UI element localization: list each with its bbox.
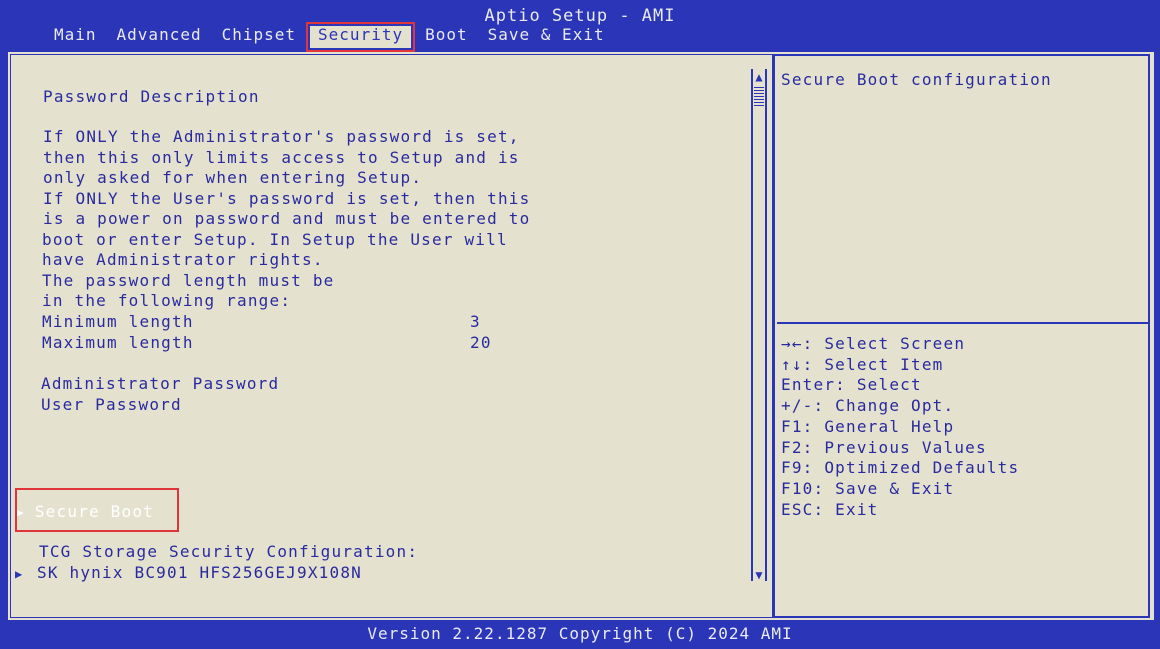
key-hint: +/-: Change Opt. — [781, 396, 955, 416]
help-pane: Secure Boot configuration →←: Select Scr… — [773, 54, 1150, 618]
max-length-label: Maximum length — [42, 333, 194, 352]
description-line: If ONLY the Administrator's password is … — [43, 127, 520, 146]
key-hint: F10: Save & Exit — [781, 478, 955, 498]
tcg-storage-label: TCG Storage Security Configuration: — [39, 542, 419, 561]
user-password-item[interactable]: User Password — [41, 395, 182, 416]
key-hint: →←: Select Screen — [781, 334, 966, 353]
secure-boot-item[interactable]: ▶ Secure Boot — [17, 502, 154, 521]
description-line: have Administrator rights. — [42, 250, 324, 269]
key-legend: →←: Select Screen ↑↓: Select Item Enter: S… — [781, 334, 1019, 520]
tab-security[interactable]: Security — [306, 22, 416, 52]
key-hint: Enter: Select — [781, 375, 922, 395]
description-line: If ONLY the User's password is set, then… — [43, 188, 531, 208]
submenu-arrow-icon: ▶ — [17, 506, 25, 519]
help-text: Secure Boot configuration — [781, 70, 1052, 89]
window-title: Aptio Setup - AMI — [484, 6, 676, 26]
main-panel: Password Description If ONLY the Adminis… — [8, 52, 1154, 620]
scrollbar[interactable] — [751, 69, 767, 581]
bios-screen: Aptio Setup - AMI Main Advanced Chipset … — [0, 0, 1160, 649]
tab-chipset[interactable]: Chipset — [222, 26, 296, 48]
description-line: boot or enter Setup. In Setup the User w… — [42, 229, 508, 249]
scroll-down-icon[interactable]: ▼ — [753, 569, 765, 581]
description-line: only asked for when entering Setup. — [43, 168, 423, 187]
key-hint: ESC: Exit — [781, 499, 879, 519]
max-length-value: 20 — [470, 333, 492, 352]
section-title: Password Description — [43, 87, 260, 106]
key-hint: F9: Optimized Defaults — [781, 458, 1020, 478]
tab-save-exit[interactable]: Save & Exit — [488, 26, 605, 48]
tab-advanced[interactable]: Advanced — [117, 26, 202, 48]
submenu-arrow-icon: ▶ — [15, 567, 23, 581]
key-hint: F1: General Help — [781, 416, 955, 436]
version-footer: Version 2.22.1287 Copyright (C) 2024 AMI — [367, 624, 793, 643]
tab-boot[interactable]: Boot — [425, 26, 468, 48]
help-divider — [777, 322, 1148, 324]
description-line: The password length must be — [42, 270, 335, 290]
min-length-value: 3 — [470, 312, 481, 331]
description-line: in the following range: — [42, 291, 292, 310]
tcg-device-item[interactable]: SK hynix BC901 HFS256GEJ9X108N — [37, 563, 362, 584]
description-line: then this only limits access to Setup an… — [43, 147, 520, 167]
tab-bar: Main Advanced Chipset Security Boot Save… — [54, 22, 625, 52]
key-hint: F2: Previous Values — [781, 437, 987, 457]
scroll-up-icon[interactable]: ▲ — [753, 71, 765, 83]
scroll-thumb[interactable] — [754, 87, 764, 107]
settings-pane: Password Description If ONLY the Adminis… — [10, 54, 773, 618]
key-hint: ↑↓: Select Item — [781, 354, 944, 374]
tab-main[interactable]: Main — [54, 26, 97, 48]
secure-boot-label: Secure Boot — [34, 502, 154, 521]
min-length-label: Minimum length — [42, 312, 194, 331]
description-line: is a power on password and must be enter… — [43, 209, 531, 228]
administrator-password-item[interactable]: Administrator Password — [41, 374, 279, 395]
